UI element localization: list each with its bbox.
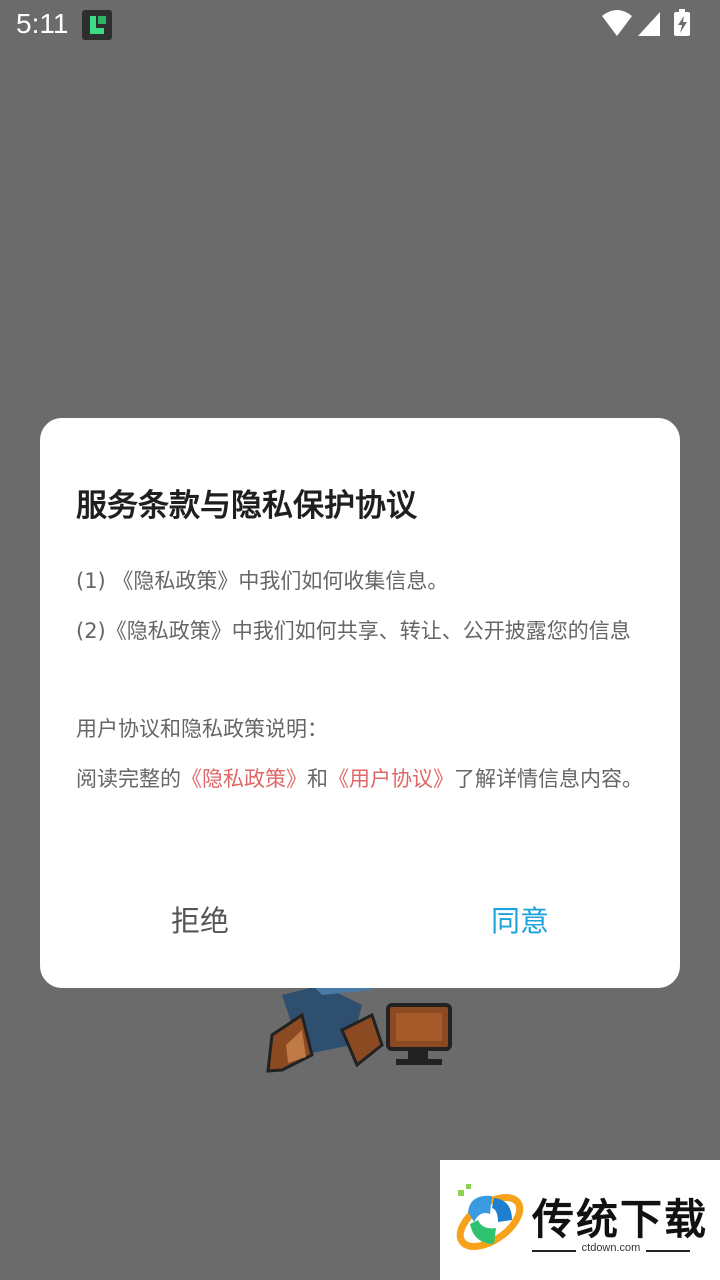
read-and: 和 — [307, 767, 328, 791]
agree-button[interactable]: 同意 — [360, 896, 680, 946]
status-icons — [602, 8, 702, 38]
site-watermark: 传统下载 ctdown.com — [440, 1160, 720, 1280]
section-heading: 用户协议和隐私政策说明： — [76, 717, 328, 741]
watermark-name: 传统下载 — [532, 1195, 709, 1244]
watermark-divider-left — [532, 1250, 576, 1252]
refuse-button[interactable]: 拒绝 — [40, 896, 360, 946]
watermark-url: ctdown.com — [581, 1242, 641, 1254]
watermark-divider-right — [646, 1250, 690, 1252]
privacy-policy-link[interactable]: 《隐私政策》 — [181, 767, 307, 791]
battery-charging-icon — [674, 9, 690, 36]
status-time: 5:11 — [16, 8, 69, 39]
read-suffix: 了解详情信息内容。 — [454, 767, 643, 791]
user-agreement-link[interactable]: 《用户协议》 — [328, 767, 454, 791]
dialog-title: 服务条款与隐私保护协议 — [76, 488, 417, 524]
privacy-item-collect: (1) 《隐私政策》中我们如何收集信息。 — [76, 569, 449, 593]
read-prefix: 阅读完整的 — [76, 767, 181, 791]
rocket-illustration — [266, 975, 452, 1073]
privacy-dialog: 服务条款与隐私保护协议 (1) 《隐私政策》中我们如何收集信息。 (2)《隐私政… — [40, 418, 680, 988]
ctdown-logo-icon — [456, 1184, 524, 1250]
cellular-signal-icon — [638, 12, 660, 36]
wifi-icon — [602, 10, 632, 36]
read-agreement-text: 阅读完整的《隐私政策》和《用户协议》了解详情信息内容。 — [76, 766, 648, 793]
privacy-item-share: (2)《隐私政策》中我们如何共享、转让、公开披露您的信息 — [76, 619, 631, 643]
status-bar: 5:11 — [0, 0, 720, 48]
app-notification-icon — [82, 10, 112, 40]
